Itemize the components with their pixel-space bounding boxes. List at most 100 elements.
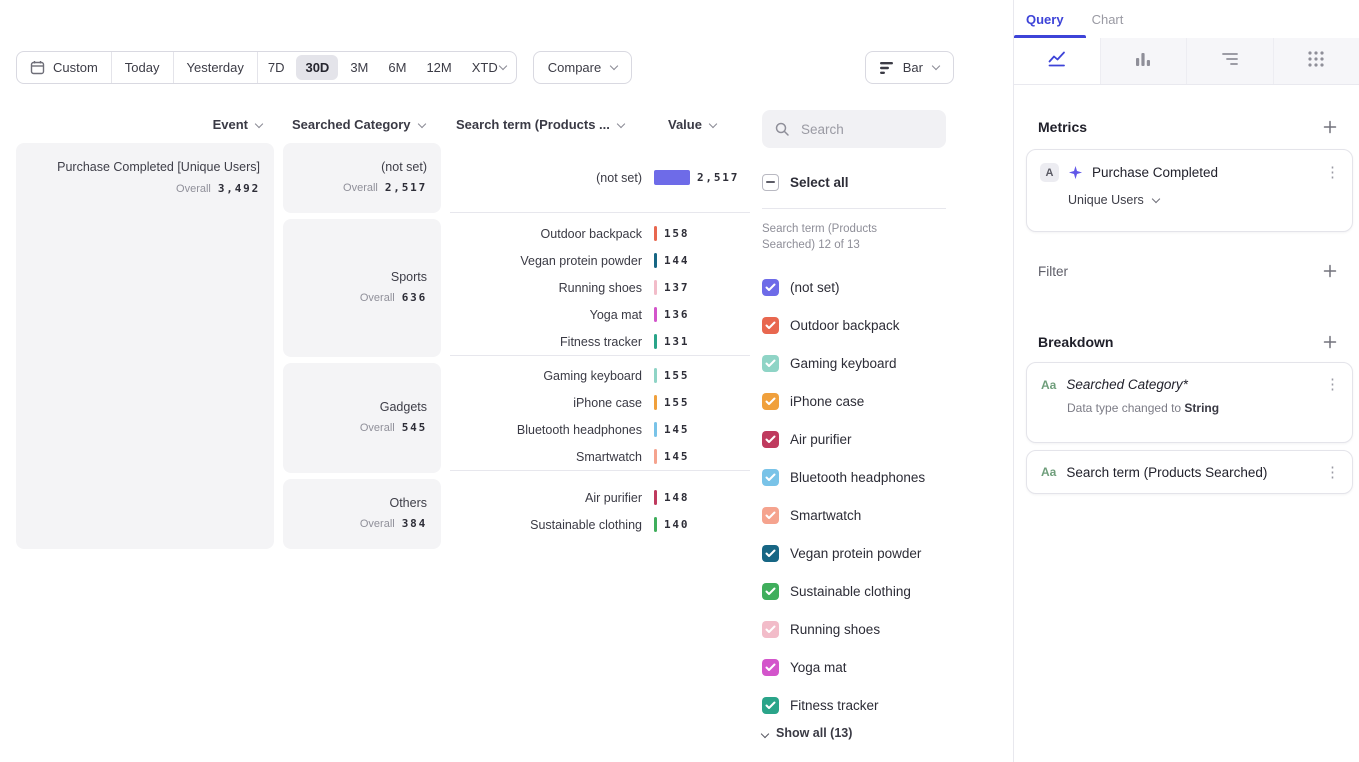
search-input[interactable] bbox=[799, 121, 919, 138]
search-box[interactable] bbox=[762, 110, 946, 148]
checkbox[interactable] bbox=[762, 355, 779, 372]
filter-item[interactable]: Vegan protein powder bbox=[762, 534, 946, 572]
tab-query[interactable]: Query bbox=[1026, 12, 1064, 27]
metrics-header: Metrics bbox=[1038, 119, 1087, 135]
checkbox-label: Smartwatch bbox=[790, 508, 861, 523]
metric-card[interactable]: A Purchase Completed ⋮ Unique Users bbox=[1026, 149, 1353, 232]
checkbox[interactable] bbox=[762, 659, 779, 676]
value-bar[interactable] bbox=[654, 422, 657, 437]
term-row[interactable]: Gaming keyboard155 bbox=[450, 362, 750, 389]
filter-item[interactable]: (not set) bbox=[762, 268, 946, 306]
add-metric-button[interactable] bbox=[1323, 120, 1337, 134]
filter-item[interactable]: Running shoes bbox=[762, 610, 946, 648]
add-filter-button[interactable] bbox=[1323, 264, 1337, 278]
value-bar[interactable] bbox=[654, 170, 690, 185]
column-header-event[interactable]: Event bbox=[16, 117, 262, 132]
column-header-searched-category[interactable]: Searched Category bbox=[292, 117, 425, 132]
term-row[interactable]: Outdoor backpack158 bbox=[450, 220, 750, 247]
term-row[interactable]: Air purifier148 bbox=[450, 484, 750, 511]
filter-item[interactable]: Bluetooth headphones bbox=[762, 458, 946, 496]
filter-item[interactable]: Smartwatch bbox=[762, 496, 946, 534]
range-6m-button[interactable]: 6M bbox=[378, 52, 416, 83]
checkbox[interactable] bbox=[762, 393, 779, 410]
show-all-label: Show all (13) bbox=[776, 726, 852, 740]
checkbox[interactable] bbox=[762, 317, 779, 334]
breakdown-note: Data type changed to String bbox=[1027, 392, 1352, 415]
checkbox[interactable] bbox=[762, 583, 779, 600]
more-menu-icon[interactable]: ⋮ bbox=[1325, 465, 1340, 480]
term-group: Gaming keyboard155 iPhone case155 Blueto… bbox=[450, 361, 750, 471]
yesterday-button[interactable]: Yesterday bbox=[174, 52, 257, 83]
category-cell[interactable]: Gadgets Overall545 bbox=[283, 363, 441, 473]
category-cell[interactable]: Others Overall384 bbox=[283, 479, 441, 549]
today-button[interactable]: Today bbox=[112, 52, 173, 83]
value-bar[interactable] bbox=[654, 253, 657, 268]
range-7d-button[interactable]: 7D bbox=[258, 52, 295, 83]
checkbox[interactable] bbox=[762, 279, 779, 296]
category-cell[interactable]: Sports Overall636 bbox=[283, 219, 441, 357]
value-bar[interactable] bbox=[654, 334, 657, 349]
term-row[interactable]: Yoga mat136 bbox=[450, 301, 750, 328]
more-menu-icon[interactable]: ⋮ bbox=[1325, 377, 1340, 392]
filter-item[interactable]: iPhone case bbox=[762, 382, 946, 420]
checkbox[interactable] bbox=[762, 469, 779, 486]
term-row[interactable]: Smartwatch145 bbox=[450, 443, 750, 470]
range-3m-button[interactable]: 3M bbox=[340, 52, 378, 83]
chart-type-button[interactable]: Bar bbox=[865, 51, 954, 84]
category-cell[interactable]: (not set) Overall2,517 bbox=[283, 143, 441, 213]
range-12m-button[interactable]: 12M bbox=[416, 52, 461, 83]
tab-funnels[interactable] bbox=[1101, 38, 1188, 84]
value-bar[interactable] bbox=[654, 449, 657, 464]
column-header-value[interactable]: Value bbox=[668, 117, 716, 132]
term-row[interactable]: Fitness tracker131 bbox=[450, 328, 750, 355]
tab-retention[interactable] bbox=[1187, 38, 1274, 84]
checkbox[interactable] bbox=[762, 507, 779, 524]
filter-item[interactable]: Gaming keyboard bbox=[762, 344, 946, 382]
tab-chart[interactable]: Chart bbox=[1092, 12, 1124, 27]
more-menu-icon[interactable]: ⋮ bbox=[1325, 165, 1340, 180]
sparkle-icon bbox=[1068, 165, 1083, 180]
value-bar[interactable] bbox=[654, 490, 657, 505]
column-header-search-term[interactable]: Search term (Products ... bbox=[456, 117, 624, 132]
filter-item[interactable]: Air purifier bbox=[762, 420, 946, 458]
value-bar[interactable] bbox=[654, 517, 657, 532]
select-all-label: Select all bbox=[790, 175, 849, 190]
xtd-button[interactable]: XTD bbox=[462, 52, 516, 83]
checkbox[interactable] bbox=[762, 431, 779, 448]
chevron-down-icon bbox=[617, 119, 625, 127]
value-bar[interactable] bbox=[654, 307, 657, 322]
term-row[interactable]: Bluetooth headphones145 bbox=[450, 416, 750, 443]
event-cell[interactable]: Purchase Completed [Unique Users] Overal… bbox=[16, 143, 274, 549]
term-label: Running shoes bbox=[450, 281, 642, 295]
term-row[interactable]: iPhone case155 bbox=[450, 389, 750, 416]
term-row[interactable]: Sustainable clothing140 bbox=[450, 511, 750, 538]
compare-button[interactable]: Compare bbox=[533, 51, 632, 84]
range-30d-button[interactable]: 30D bbox=[296, 55, 338, 80]
metric-unit-selector[interactable]: Unique Users bbox=[1068, 193, 1352, 207]
term-row[interactable]: Running shoes137 bbox=[450, 274, 750, 301]
add-breakdown-button[interactable] bbox=[1323, 335, 1337, 349]
value-bar[interactable] bbox=[654, 395, 657, 410]
term-row[interactable]: Vegan protein powder144 bbox=[450, 247, 750, 274]
category-overall-value: 545 bbox=[402, 421, 427, 434]
indeterminate-checkbox[interactable] bbox=[762, 174, 779, 191]
custom-date-button[interactable]: Custom bbox=[17, 52, 111, 83]
filter-item[interactable]: Fitness tracker bbox=[762, 686, 946, 724]
filter-item[interactable]: Sustainable clothing bbox=[762, 572, 946, 610]
breakdown-card[interactable]: Aa Searched Category* ⋮ Data type change… bbox=[1026, 362, 1353, 443]
value-bar[interactable] bbox=[654, 226, 657, 241]
select-all-row[interactable]: Select all bbox=[762, 170, 946, 194]
checkbox[interactable] bbox=[762, 545, 779, 562]
tab-insights[interactable] bbox=[1014, 38, 1101, 84]
term-row[interactable]: (not set)2,517 bbox=[450, 164, 750, 191]
filter-item[interactable]: Outdoor backpack bbox=[762, 306, 946, 344]
filter-item[interactable]: Yoga mat bbox=[762, 648, 946, 686]
show-all-link[interactable]: Show all (13) bbox=[762, 726, 946, 740]
checkbox[interactable] bbox=[762, 621, 779, 638]
tab-flows[interactable] bbox=[1274, 38, 1359, 84]
check-icon bbox=[765, 359, 776, 368]
checkbox[interactable] bbox=[762, 697, 779, 714]
value-bar[interactable] bbox=[654, 368, 657, 383]
breakdown-card[interactable]: Aa Search term (Products Searched) ⋮ bbox=[1026, 450, 1353, 494]
value-bar[interactable] bbox=[654, 280, 657, 295]
